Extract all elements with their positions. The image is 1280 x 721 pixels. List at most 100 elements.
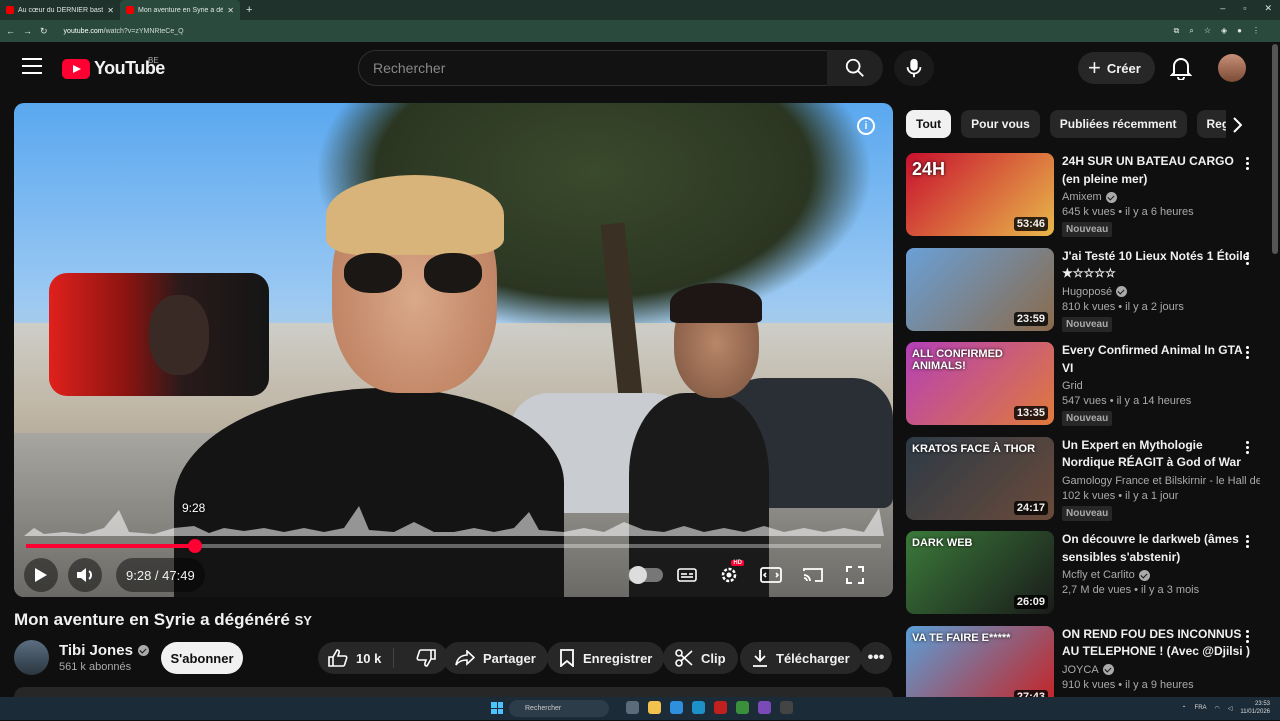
recommendation-channel[interactable]: Gamology France et Bilskirnir - le Hall … [1062, 475, 1260, 487]
recommendation-info: On découvre le darkweb (âmes sensibles s… [1062, 531, 1260, 626]
new-tab-button[interactable]: + [240, 4, 258, 16]
clip-button[interactable]: Clip [663, 642, 738, 674]
reload-icon[interactable]: ↻ [40, 26, 48, 37]
save-button[interactable]: Enregistrer [547, 642, 665, 674]
profile-icon[interactable]: ● [1237, 26, 1242, 36]
volume-button[interactable] [68, 558, 102, 592]
video-player[interactable]: i 9:28 9:28 / 47:49 HD [14, 103, 893, 597]
subscribe-button[interactable]: S'abonner [161, 642, 243, 674]
terminal-icon[interactable] [780, 701, 793, 714]
cast-button[interactable] [794, 558, 832, 592]
download-button[interactable]: Télécharger [740, 642, 862, 674]
minimize-icon[interactable]: – [1220, 3, 1225, 14]
more-vertical-icon[interactable] [1244, 251, 1250, 265]
recommendation-title[interactable]: Every Confirmed Animal In GTA VI [1062, 342, 1260, 377]
recommendation-channel[interactable]: Mcfly et Carlito [1062, 569, 1260, 581]
recommendation-title[interactable]: Un Expert en Mythologie Nordique RÉAGIT … [1062, 437, 1260, 472]
recommendation-title[interactable]: 24H SUR UN BATEAU CARGO (en pleine mer) [1062, 153, 1260, 188]
maximize-icon[interactable]: ▫ [1243, 3, 1246, 14]
play-button[interactable] [24, 558, 58, 592]
new-badge: Nouveau [1062, 505, 1113, 521]
url-field[interactable]: youtube.com/watch?v=zYMNRteCe_Q [64, 28, 184, 35]
install-icon[interactable]: ⧉ [1174, 26, 1180, 36]
recommendation-channel[interactable]: Amixem [1062, 191, 1260, 203]
like-button[interactable]: 10 k [318, 648, 395, 668]
video-thumbnail[interactable]: KRATOS FACE À THOR 24:17 [906, 436, 1054, 520]
video-thumbnail[interactable]: DARK WEB 26:09 [906, 531, 1054, 615]
chrome-icon[interactable] [736, 701, 749, 714]
back-icon[interactable]: ← [6, 26, 15, 36]
photoshop-icon[interactable] [692, 701, 705, 714]
recommendation-channel[interactable]: Grid [1062, 380, 1260, 392]
chevron-right-icon[interactable] [1224, 112, 1250, 138]
taskbar-search[interactable]: Rechercher [509, 700, 609, 717]
recommendation-item[interactable]: 23:59 J'ai Testé 10 Lieux Notés 1 Étoile … [906, 247, 1266, 343]
chip-recently-uploaded[interactable]: Publiées récemment [1049, 110, 1187, 138]
recommendation-title[interactable]: ON REND FOU DES INCONNUS AU TELEPHONE ! … [1062, 626, 1260, 661]
clock[interactable]: 23:53 11/01/2026 [1240, 700, 1270, 716]
wifi-icon[interactable]: ◠ [1215, 705, 1220, 712]
video-thumbnail[interactable]: 24H 53:46 [906, 153, 1054, 236]
language-indicator[interactable]: FRA [1195, 705, 1207, 711]
recommendation-item[interactable]: DARK WEB 26:09 On découvre le darkweb (âme… [906, 531, 1266, 626]
hamburger-menu-icon[interactable] [22, 58, 42, 74]
more-vertical-icon[interactable] [1244, 346, 1250, 360]
chip-for-you[interactable]: Pour vous [961, 110, 1040, 138]
more-vertical-icon[interactable] [1244, 535, 1250, 549]
recommendation-channel[interactable]: Hugoposé [1062, 286, 1260, 298]
share-button[interactable]: Partager [443, 642, 548, 674]
video-thumbnail[interactable]: 23:59 [906, 247, 1054, 331]
fullscreen-button[interactable] [836, 558, 874, 592]
create-button[interactable]: + Créer [1078, 52, 1155, 84]
task-view-icon[interactable] [626, 701, 639, 714]
chip-all[interactable]: Tout [906, 110, 952, 138]
speaker-icon[interactable]: ◁ [1228, 705, 1233, 712]
illustrator-icon[interactable] [714, 701, 727, 714]
windows-start-icon[interactable] [491, 702, 503, 714]
notifications-bell-icon[interactable] [1169, 56, 1193, 85]
youtube-favicon-icon [126, 6, 134, 14]
forward-icon[interactable]: → [23, 26, 32, 36]
more-vertical-icon[interactable] [1244, 440, 1250, 454]
recommendation-channel[interactable]: JOYCA [1062, 664, 1260, 676]
dislike-button[interactable] [402, 649, 448, 667]
browser-tab-2[interactable]: Mon aventure en Syrie a dégén... ✕ [120, 0, 240, 20]
voice-search-button[interactable] [894, 50, 934, 86]
autoplay-toggle[interactable] [626, 558, 664, 592]
browser-tab-1[interactable]: Au cœur du DERNIER bastion d... ✕ [0, 0, 120, 20]
info-icon[interactable]: i [857, 117, 875, 135]
subtitles-button[interactable] [668, 558, 706, 592]
file-explorer-icon[interactable] [648, 701, 661, 714]
extensions-icon[interactable]: ◈ [1221, 26, 1227, 36]
close-tab-icon[interactable]: ✕ [107, 6, 114, 15]
chip-watched[interactable]: Regardées [1196, 110, 1226, 138]
tray-chevron-icon[interactable]: ⌃ [1182, 705, 1187, 712]
channel-name[interactable]: Tibi Jones [59, 642, 149, 659]
recommendation-title[interactable]: J'ai Testé 10 Lieux Notés 1 Étoile ★☆☆☆☆ [1062, 248, 1260, 283]
recommendation-title[interactable]: On découvre le darkweb (âmes sensibles s… [1062, 531, 1260, 566]
more-vertical-icon[interactable] [1244, 629, 1250, 643]
channel-avatar[interactable] [14, 640, 49, 675]
search-button[interactable] [827, 50, 883, 86]
bookmark-star-icon[interactable]: ☆ [1204, 26, 1211, 36]
description-box[interactable] [14, 687, 893, 697]
close-window-icon[interactable]: ✕ [1264, 3, 1272, 14]
more-vertical-icon[interactable] [1244, 157, 1250, 170]
scrollbar[interactable] [1272, 44, 1278, 254]
app-icon[interactable] [758, 701, 771, 714]
zoom-icon[interactable]: ⌕ [1189, 26, 1193, 36]
search-input[interactable] [373, 60, 827, 76]
video-thumbnail[interactable]: ALL CONFIRMED ANIMALS! 13:35 [906, 342, 1054, 426]
recommendation-item[interactable]: KRATOS FACE À THOR 24:17 Un Expert en Myth… [906, 436, 1266, 532]
progress-bar[interactable] [26, 539, 881, 553]
user-avatar[interactable] [1218, 54, 1246, 82]
settings-button[interactable]: HD [710, 558, 748, 592]
recommendation-item[interactable]: ALL CONFIRMED ANIMALS! 13:35 Every Confirm… [906, 342, 1266, 437]
edge-icon[interactable] [670, 701, 683, 714]
browser-menu-icon[interactable]: ⋮ [1252, 26, 1260, 36]
share-icon [455, 650, 475, 666]
recommendation-item[interactable]: 24H 53:46 24H SUR UN BATEAU CARGO (en plei… [906, 153, 1266, 248]
more-actions-button[interactable]: ••• [860, 642, 892, 674]
close-tab-icon[interactable]: ✕ [227, 6, 234, 15]
theater-mode-button[interactable] [752, 558, 790, 592]
